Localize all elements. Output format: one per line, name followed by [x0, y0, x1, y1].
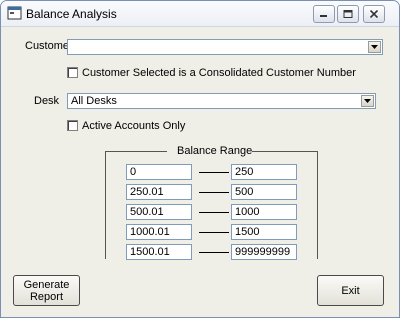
range-to-input-1[interactable]: [231, 164, 297, 180]
close-icon: [369, 10, 379, 18]
desk-label: Desk: [34, 95, 60, 107]
range-to-input-4[interactable]: [231, 224, 297, 240]
minimize-icon: [320, 15, 327, 17]
range-from-input-1[interactable]: [126, 164, 192, 180]
minimize-button[interactable]: [313, 5, 335, 23]
desk-value: All Desks: [71, 95, 117, 107]
range-from-input-2[interactable]: [126, 184, 192, 200]
close-button[interactable]: [363, 5, 385, 23]
range-dash: [199, 192, 229, 193]
exit-label: Exit: [341, 284, 360, 297]
range-to-input-5[interactable]: [231, 244, 297, 260]
range-dash: [199, 232, 229, 233]
title-bar[interactable]: Balance Analysis: [1, 1, 399, 27]
range-from-input-5[interactable]: [126, 244, 192, 260]
customer-label: Customer: [25, 40, 73, 52]
consolidated-customer-label: Customer Selected is a Consolidated Cust…: [82, 67, 356, 79]
group-border-left-top: [105, 151, 167, 152]
range-dash: [199, 172, 229, 173]
group-border-right-top: [252, 151, 318, 152]
exit-button[interactable]: Exit: [317, 275, 384, 306]
range-dash: [199, 252, 229, 253]
chevron-down-icon: [364, 99, 371, 103]
active-accounts-checkbox[interactable]: [67, 120, 78, 131]
chevron-down-icon: [371, 45, 378, 49]
window-title: Balance Analysis: [26, 7, 117, 21]
app-window-icon: [7, 6, 22, 20]
maximize-button[interactable]: [337, 5, 359, 23]
range-to-input-3[interactable]: [231, 204, 297, 220]
desk-dropdown-button[interactable]: [361, 95, 374, 107]
desk-combobox[interactable]: All Desks: [67, 93, 376, 109]
active-accounts-label: Active Accounts Only: [82, 120, 186, 132]
generate-report-button[interactable]: Generate Report: [13, 275, 80, 306]
range-to-input-2[interactable]: [231, 184, 297, 200]
customer-dropdown-button[interactable]: [368, 41, 381, 53]
consolidated-customer-checkbox[interactable]: [67, 67, 78, 78]
range-from-input-3[interactable]: [126, 204, 192, 220]
maximize-icon: [343, 10, 353, 18]
group-border-right: [317, 151, 318, 259]
balance-analysis-window: Balance Analysis Customer Customer Selec…: [0, 0, 400, 318]
balance-range-title: Balance Range: [177, 145, 253, 157]
customer-combobox[interactable]: [67, 39, 383, 55]
generate-report-label-line1: Generate: [23, 278, 70, 291]
generate-report-label-line2: Report: [29, 290, 64, 303]
group-border-left: [105, 151, 106, 259]
range-from-input-4[interactable]: [126, 224, 192, 240]
range-dash: [199, 212, 229, 213]
